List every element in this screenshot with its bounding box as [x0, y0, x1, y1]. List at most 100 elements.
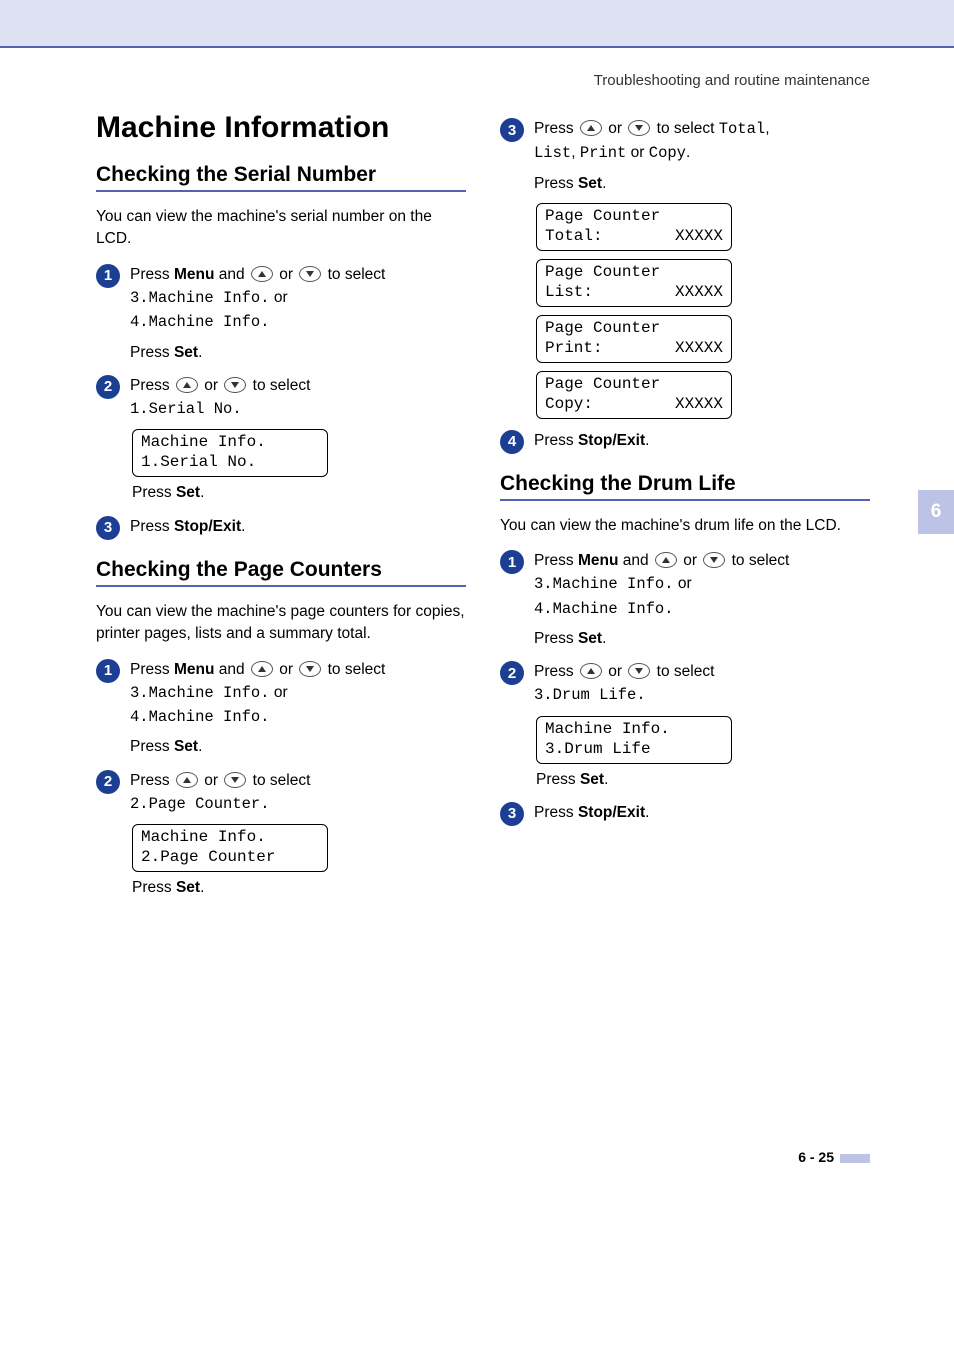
text: to select [323, 266, 385, 283]
set-key: Set [176, 484, 200, 501]
step-number-icon: 3 [500, 802, 524, 826]
section-serial-intro: You can view the machine's serial number… [96, 206, 466, 251]
menu-path: 3.Machine Info. [130, 684, 270, 702]
counters-step-1: 1 Press Menu and or to select 3.Machine … [96, 658, 466, 759]
step-sub: Press Set. [536, 768, 870, 791]
down-arrow-icon [299, 661, 321, 677]
text: or [270, 289, 288, 306]
text: to select [652, 663, 714, 680]
lcd-line: Page Counter [545, 375, 660, 393]
step-number-icon: 1 [96, 264, 120, 288]
text: and [214, 266, 248, 283]
menu-path: 4.Machine Info. [130, 708, 270, 726]
lcd-line: Page Counter [545, 263, 660, 281]
step-body: Press Stop/Exit. [534, 429, 870, 452]
step-number-icon: 3 [96, 516, 120, 540]
lcd-line: Machine Info. [545, 720, 670, 738]
text: to select [727, 552, 789, 569]
text: Press [130, 661, 174, 678]
text: or [674, 575, 692, 592]
text: or [626, 144, 648, 161]
step-number-icon: 2 [96, 770, 120, 794]
text: or [275, 266, 297, 283]
text: . [241, 518, 245, 535]
down-arrow-icon [703, 552, 725, 568]
text: or [200, 772, 222, 789]
menu-key: Menu [174, 266, 214, 283]
step-body: Press or to select 1.Serial No. [130, 374, 466, 422]
lcd-line: Page Counter [545, 319, 660, 337]
lcd-label: Total: [545, 226, 603, 246]
set-key: Set [174, 344, 198, 361]
step-body: Press Menu and or to select 3.Machine In… [130, 263, 466, 364]
set-key: Set [578, 175, 602, 192]
text: . [645, 804, 649, 821]
text: Press [534, 804, 578, 821]
drum-step-1: 1 Press Menu and or to select 3.Machine … [500, 549, 870, 650]
text: or [200, 377, 222, 394]
text: . [645, 432, 649, 449]
step-body: Press or to select Total, List, Print or… [534, 117, 870, 195]
up-arrow-icon [655, 552, 677, 568]
text: . [200, 484, 204, 501]
step-number-icon: 2 [96, 375, 120, 399]
text: . [198, 344, 202, 361]
chapter-side-tab: 6 [918, 490, 954, 534]
menu-key: Menu [578, 552, 618, 569]
lcd-display: Machine Info. 1.Serial No. [132, 429, 328, 477]
down-arrow-icon [628, 663, 650, 679]
text: Press [132, 484, 176, 501]
step-number-icon: 2 [500, 661, 524, 685]
lcd-line: 1.Serial No. [141, 453, 256, 471]
text: or [679, 552, 701, 569]
up-arrow-icon [176, 772, 198, 788]
drum-step-2: 2 Press or to select 3.Drum Life. [500, 660, 870, 708]
up-arrow-icon [251, 661, 273, 677]
menu-path: 4.Machine Info. [130, 313, 270, 331]
lcd-value: XXXXX [675, 226, 723, 246]
stop-exit-key: Stop/Exit [578, 432, 645, 449]
option: Print [580, 144, 627, 162]
section-counters-heading: Checking the Page Counters [96, 558, 466, 587]
text: to select [323, 661, 385, 678]
option: List [534, 144, 571, 162]
text: Press [130, 518, 174, 535]
section-drum-heading: Checking the Drum Life [500, 472, 870, 501]
text: to select [248, 772, 310, 789]
section-serial-heading: Checking the Serial Number [96, 163, 466, 192]
step-body: Press Menu and or to select 3.Machine In… [130, 658, 466, 759]
text: to select [652, 120, 714, 137]
up-arrow-icon [176, 377, 198, 393]
drum-step-3: 3 Press Stop/Exit. [500, 801, 870, 826]
lcd-display: Page Counter Copy: XXXXX [536, 371, 732, 419]
lcd-label: Print: [545, 338, 603, 358]
menu-path: 3.Machine Info. [130, 289, 270, 307]
text: or [604, 663, 626, 680]
lcd-display: Machine Info. 2.Page Counter [132, 824, 328, 872]
lcd-label: Copy: [545, 394, 593, 414]
section-drum-intro: You can view the machine's drum life on … [500, 515, 870, 537]
text: Press [536, 771, 580, 788]
step-sub: Press Set. [132, 481, 466, 504]
menu-path: 2.Page Counter. [130, 795, 270, 813]
up-arrow-icon [251, 266, 273, 282]
lcd-display: Page Counter Print:XXXXX [536, 315, 732, 363]
text: . [602, 630, 606, 647]
counters-step-3: 3 Press or to select Total, List, Print … [500, 117, 870, 195]
counters-step-4: 4 Press Stop/Exit. [500, 429, 870, 454]
lcd-line: Page Counter [545, 207, 660, 225]
set-key: Set [578, 630, 602, 647]
text: Press [130, 377, 174, 394]
breadcrumb: Troubleshooting and routine maintenance [594, 72, 870, 89]
option: Copy [649, 144, 686, 162]
top-band [0, 0, 954, 46]
step-sub: Press Set. [132, 876, 466, 899]
text: Press [130, 772, 174, 789]
down-arrow-icon [224, 772, 246, 788]
menu-path: 3.Machine Info. [534, 575, 674, 593]
serial-step-2: 2 Press or to select 1.Serial No. [96, 374, 466, 422]
lcd-value: XXXXX [675, 394, 723, 414]
text: . [604, 771, 608, 788]
set-key: Set [174, 738, 198, 755]
down-arrow-icon [224, 377, 246, 393]
